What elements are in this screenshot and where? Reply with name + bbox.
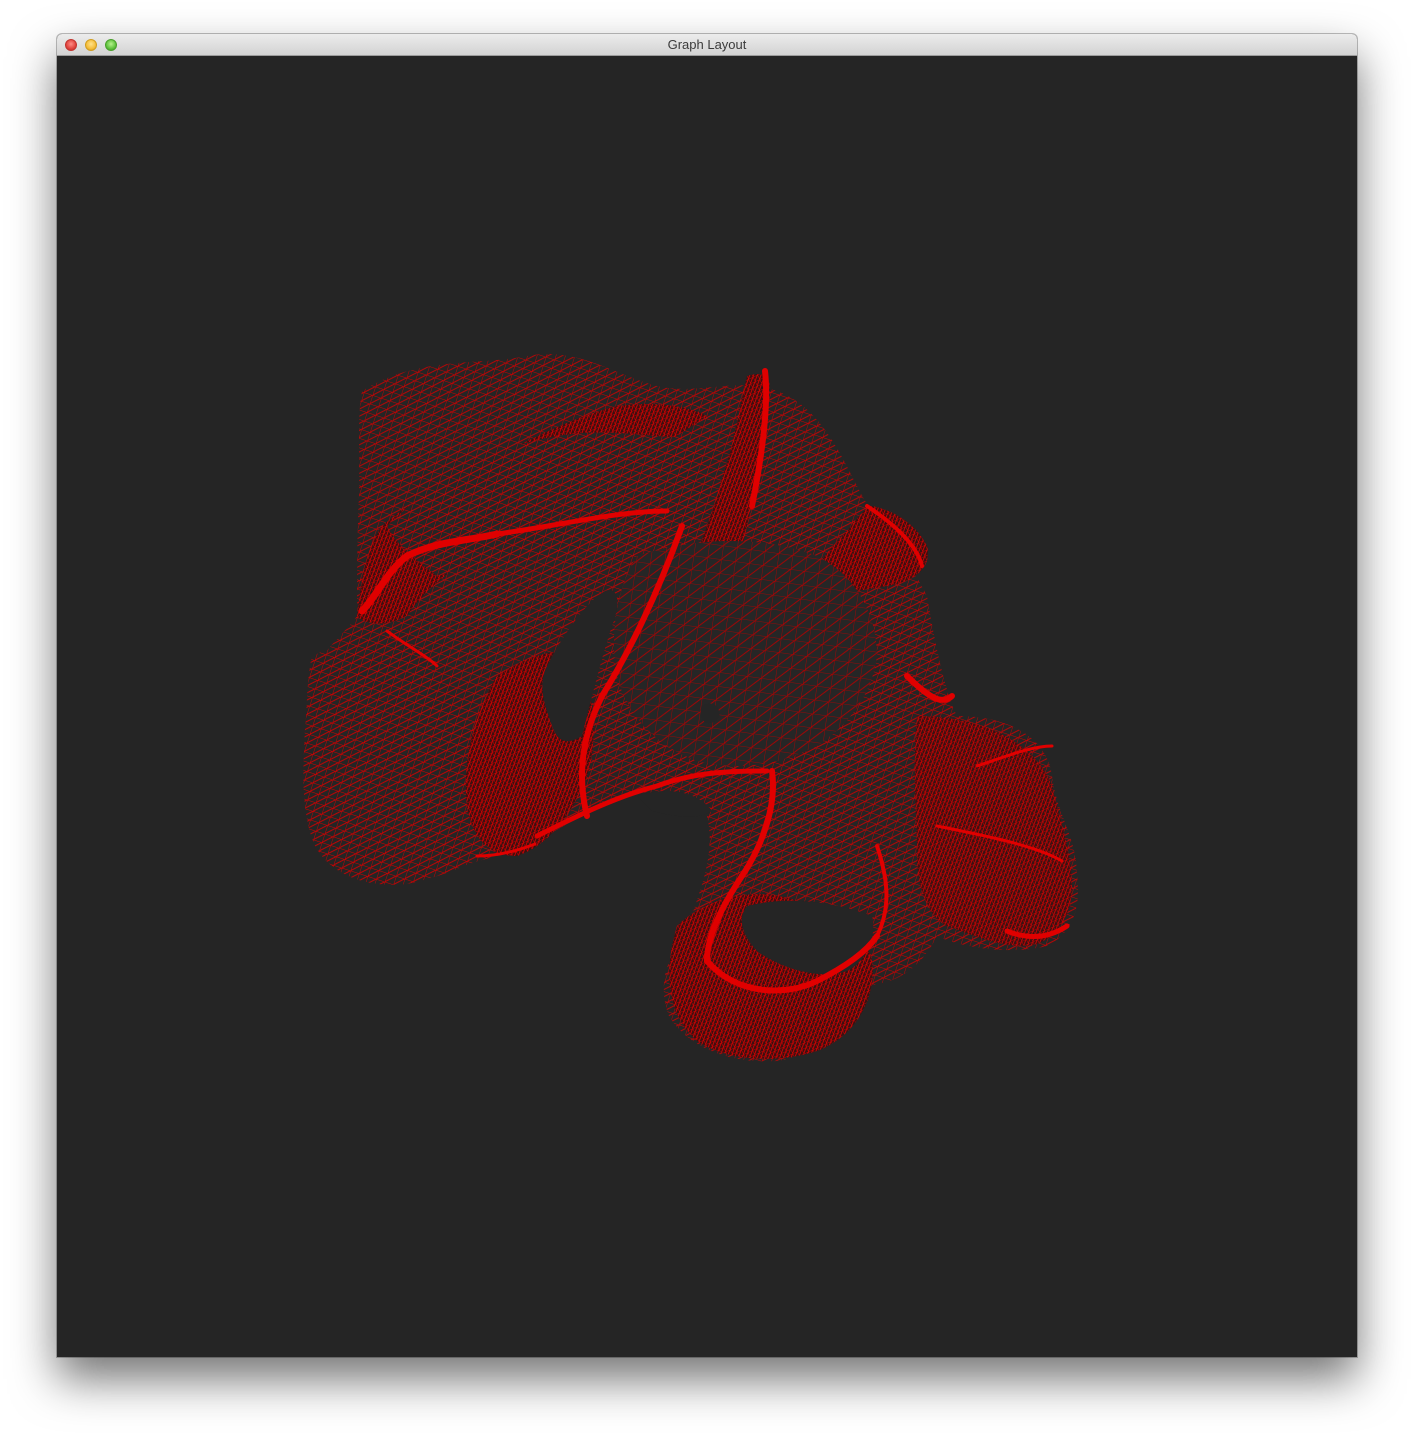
window-title: Graph Layout (667, 37, 747, 52)
graph-layout-render (303, 353, 1078, 1062)
app-window: Graph Layout (57, 34, 1357, 1357)
graph-canvas[interactable] (57, 56, 1357, 1357)
mesh-surface (303, 353, 1078, 1062)
mesh-region-right-lobe (914, 716, 1072, 946)
title-bar[interactable]: Graph Layout (57, 34, 1357, 56)
